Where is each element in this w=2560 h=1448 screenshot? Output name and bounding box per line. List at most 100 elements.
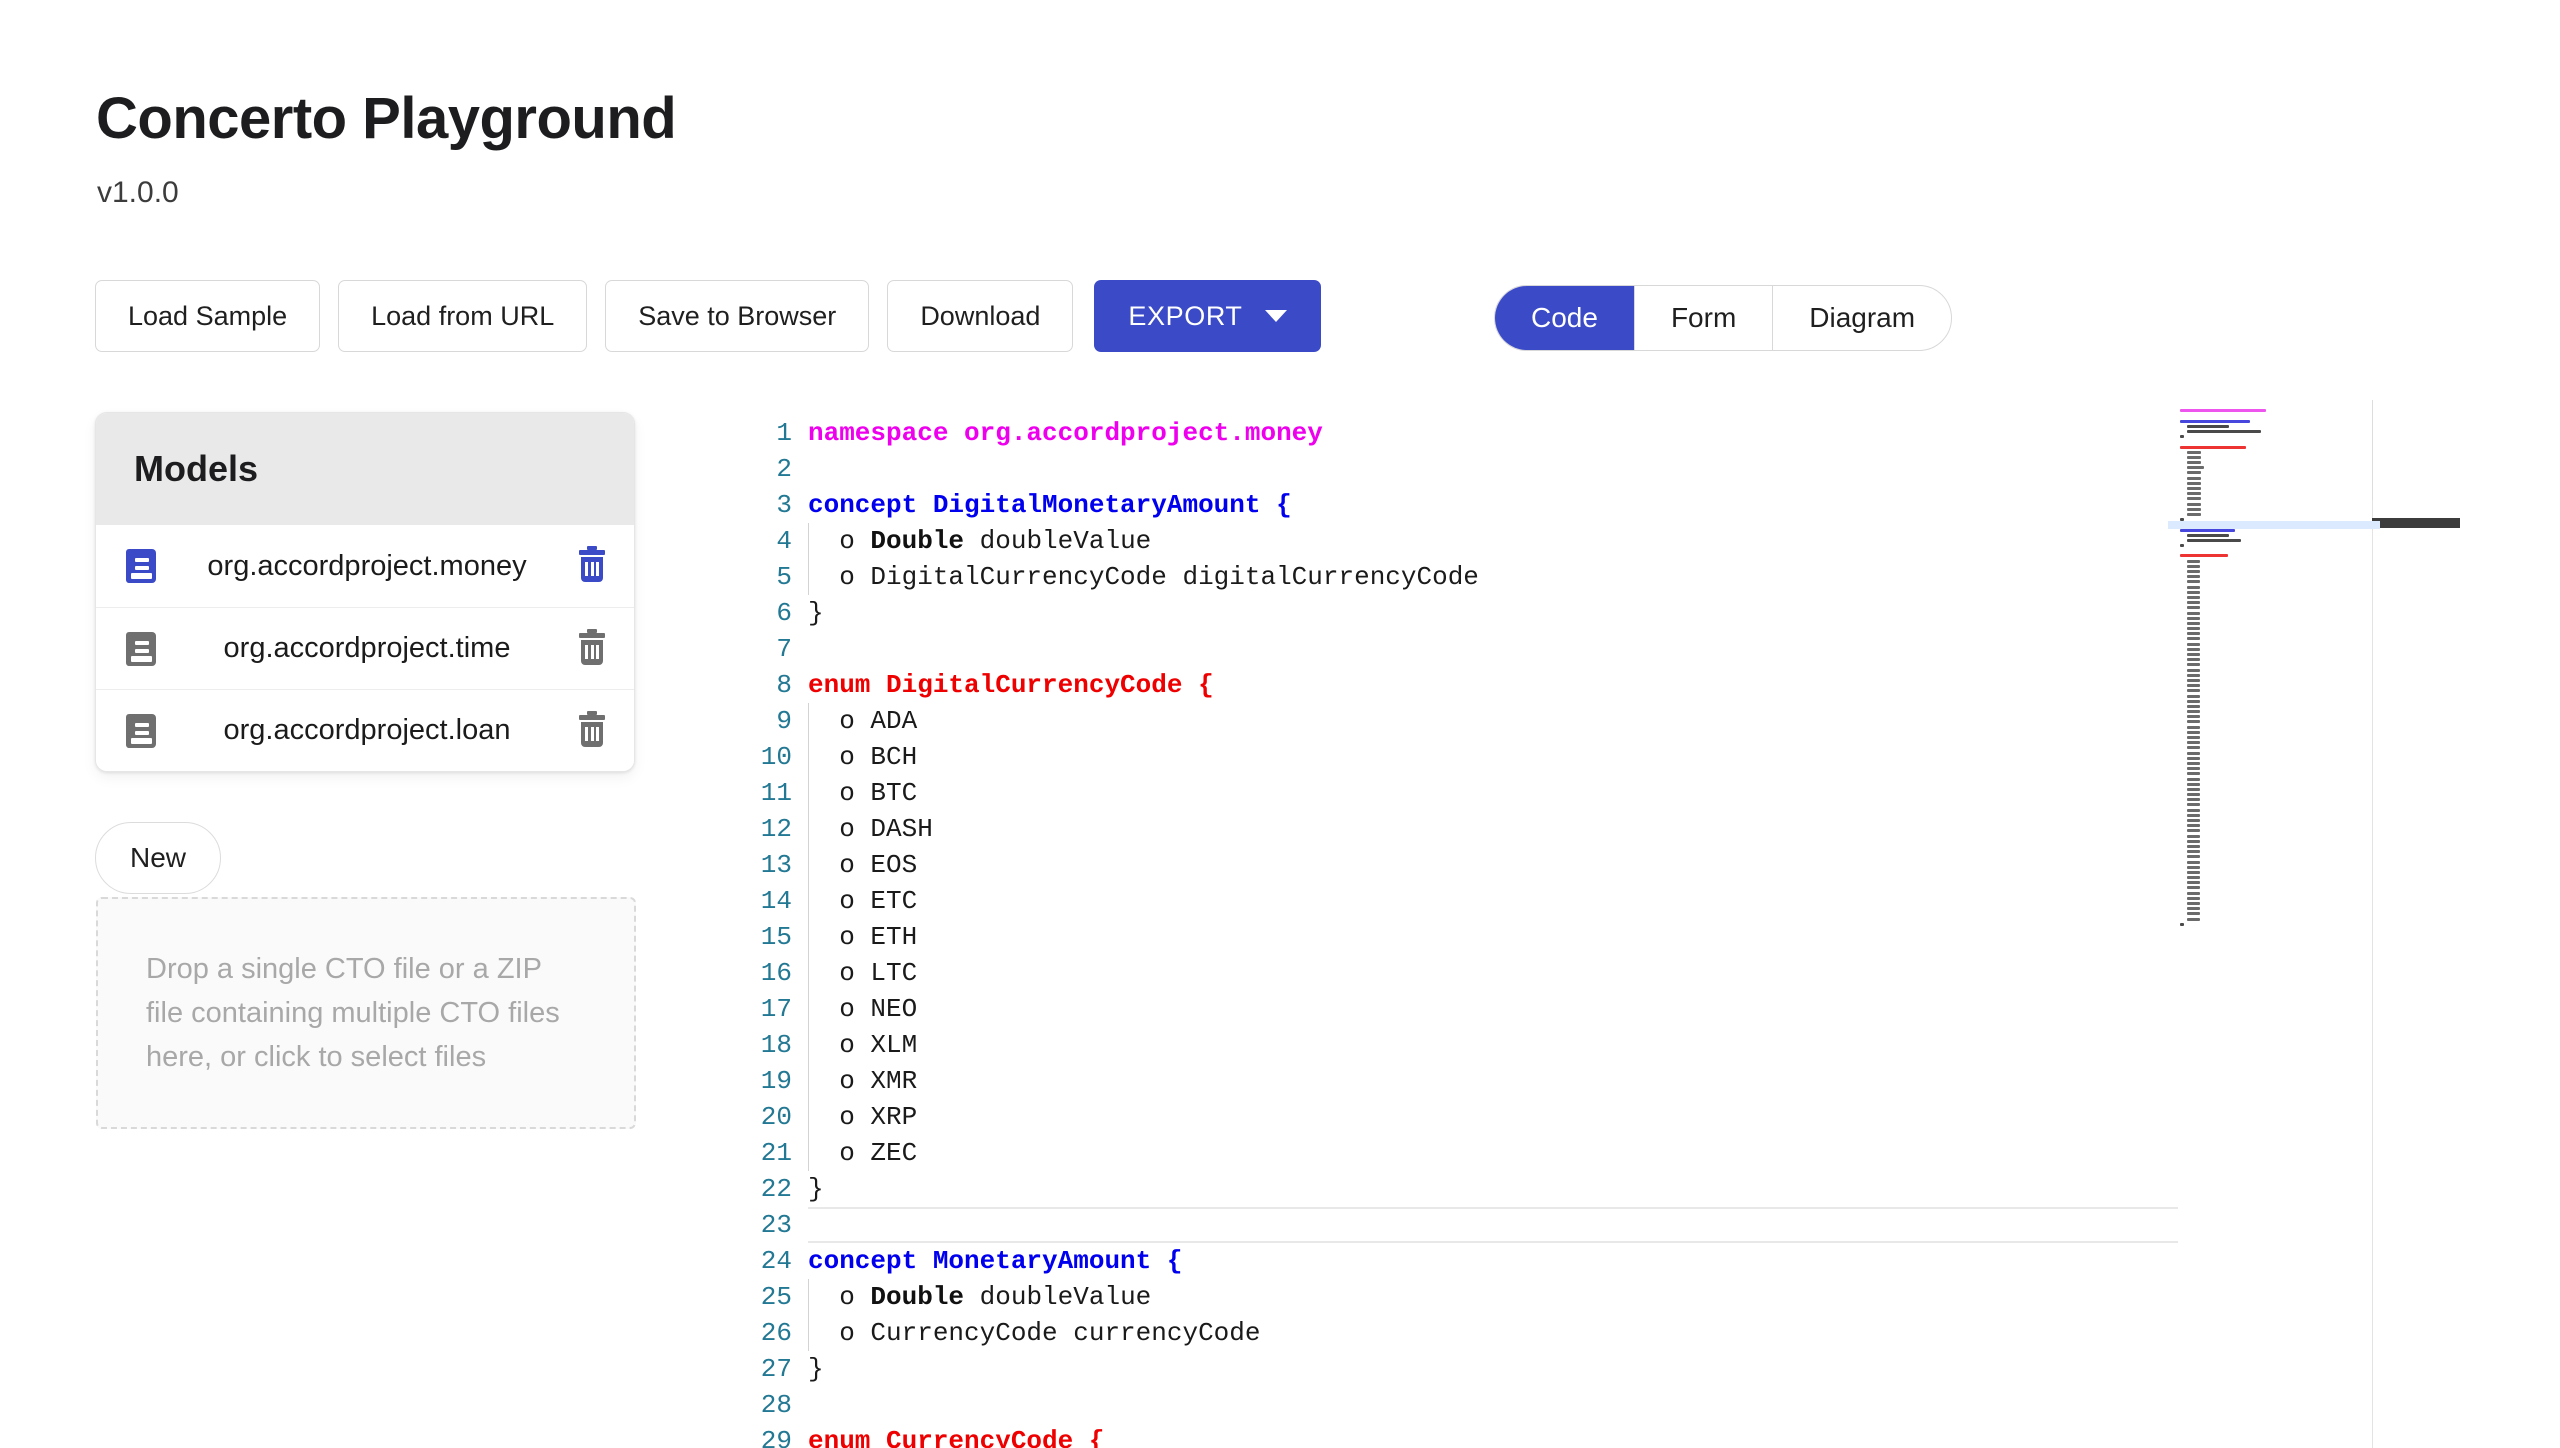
line-content: o ETH <box>808 919 917 955</box>
minimap-top-border <box>2372 400 2373 500</box>
minimap-block <box>2187 647 2200 651</box>
minimap-block <box>2187 730 2200 734</box>
line-number: 21 <box>760 1138 792 1168</box>
code-lines: 1 namespace org.accordproject.money 2 3 conc… <box>700 415 2372 1448</box>
trash-icon[interactable] <box>578 710 606 747</box>
minimap-block <box>2187 466 2204 470</box>
minimap-block <box>2187 756 2200 760</box>
model-list-item[interactable]: org.accordproject.money <box>96 525 634 607</box>
line-number: 29 <box>760 1426 792 1448</box>
code-line[interactable]: 7 <box>700 631 2372 667</box>
code-line[interactable]: 8 enum DigitalCurrencyCode { <box>700 667 2372 703</box>
minimap-block <box>2187 813 2200 817</box>
minimap-block <box>2187 632 2200 636</box>
download-button[interactable]: Download <box>887 280 1074 352</box>
line-number: 19 <box>760 1066 792 1096</box>
minimap-block <box>2187 663 2200 667</box>
code-line[interactable]: 10 o BCH <box>700 739 2372 775</box>
minimap-block <box>2187 678 2200 682</box>
code-line[interactable]: 25 o Double doubleValue <box>700 1279 2372 1315</box>
minimap-block <box>2187 834 2200 838</box>
minimap-block <box>2187 684 2200 688</box>
new-model-button[interactable]: New <box>95 822 222 894</box>
minimap-block <box>2187 725 2200 729</box>
model-name: org.accordproject.time <box>223 632 511 664</box>
code-line[interactable]: 15 o ETH <box>700 919 2372 955</box>
code-line[interactable]: 19 o XMR <box>700 1063 2372 1099</box>
code-line[interactable]: 5 o DigitalCurrencyCode digitalCurrencyC… <box>700 559 2372 595</box>
minimap-block <box>2187 881 2200 885</box>
tab-code[interactable]: Code <box>1495 286 1635 350</box>
code-line[interactable]: 26 o CurrencyCode currencyCode <box>700 1315 2372 1351</box>
minimap-block <box>2187 746 2200 750</box>
minimap-block <box>2187 538 2241 542</box>
line-content: o XLM <box>808 1027 917 1063</box>
editor-minimap[interactable] <box>2180 408 2290 1448</box>
code-line[interactable]: 6} <box>700 595 2372 631</box>
load-sample-button[interactable]: Load Sample <box>95 280 321 352</box>
line-number: 13 <box>760 850 792 880</box>
code-line[interactable]: 28 <box>700 1387 2372 1423</box>
line-content: } <box>808 1171 824 1207</box>
code-line[interactable]: 18 o XLM <box>700 1027 2372 1063</box>
code-editor[interactable]: 1 namespace org.accordproject.money 2 3 conc… <box>700 400 2372 1448</box>
minimap-block <box>2187 575 2200 579</box>
code-line[interactable]: 17 o NEO <box>700 991 2372 1027</box>
code-line[interactable]: 29 enum CurrencyCode { <box>700 1423 2372 1448</box>
trash-icon[interactable] <box>578 546 606 582</box>
minimap-block <box>2187 777 2200 781</box>
book-icon <box>126 549 156 583</box>
code-token: o ETC <box>808 886 918 916</box>
code-line[interactable]: 22} <box>700 1171 2372 1207</box>
model-name: org.accordproject.loan <box>223 714 511 746</box>
trash-icon[interactable] <box>578 628 606 665</box>
file-dropzone[interactable]: Drop a single CTO file or a ZIP file con… <box>96 897 636 1129</box>
minimap-block <box>2187 844 2200 848</box>
minimap-block <box>2187 855 2200 859</box>
code-line[interactable]: 20 o XRP <box>700 1099 2372 1135</box>
line-content: enum DigitalCurrencyCode { <box>808 667 1214 703</box>
code-line[interactable]: 11 o BTC <box>700 775 2372 811</box>
code-token: concept MonetaryAmount { <box>808 1246 1183 1276</box>
minimap-block <box>2187 819 2200 822</box>
line-number: 24 <box>760 1246 792 1276</box>
code-line[interactable]: 1 namespace org.accordproject.money <box>700 415 2372 451</box>
minimap-block <box>2180 419 2250 423</box>
minimap-block <box>2187 653 2200 656</box>
code-line[interactable]: 21 o ZEC <box>700 1135 2372 1171</box>
model-list-item[interactable]: org.accordproject.loan <box>96 689 634 771</box>
code-token: o XRP <box>808 1102 918 1132</box>
line-content: o BTC <box>808 775 917 811</box>
model-list-item[interactable]: org.accordproject.time <box>96 607 634 689</box>
editor-scrollbar-slider[interactable] <box>2372 518 2460 529</box>
save-to-browser-button[interactable]: Save to Browser <box>605 280 870 352</box>
line-number: 9 <box>776 706 792 736</box>
code-line[interactable]: 3 concept DigitalMonetaryAmount { <box>700 487 2372 523</box>
code-line[interactable]: 24 concept MonetaryAmount { <box>700 1243 2372 1279</box>
code-line[interactable]: 13 o EOS <box>700 847 2372 883</box>
minimap-block <box>2187 736 2200 739</box>
minimap-block <box>2187 507 2201 511</box>
code-line[interactable]: 9 o ADA <box>700 703 2372 739</box>
line-number: 1 <box>776 418 792 448</box>
code-line[interactable]: 12 o DASH <box>700 811 2372 847</box>
tab-form[interactable]: Form <box>1635 286 1774 350</box>
code-line[interactable]: 14 o ETC <box>700 883 2372 919</box>
code-line[interactable]: 27} <box>700 1351 2372 1387</box>
line-content: o XMR <box>808 1063 917 1099</box>
minimap-block <box>2187 658 2200 662</box>
minimap-block <box>2187 824 2200 828</box>
minimap-block <box>2187 761 2200 765</box>
load-from-url-button[interactable]: Load from URL <box>338 280 588 352</box>
export-button[interactable]: EXPORT <box>1094 280 1321 352</box>
code-line[interactable]: 2 <box>700 451 2372 487</box>
minimap-block <box>2187 870 2200 874</box>
tab-diagram[interactable]: Diagram <box>1773 286 1951 350</box>
minimap-block <box>2187 642 2200 646</box>
minimap-block <box>2187 865 2200 869</box>
code-line[interactable]: 4 o Double doubleValue <box>700 523 2372 559</box>
code-token: o <box>808 1282 871 1312</box>
code-line[interactable]: 23 <box>700 1207 2372 1243</box>
line-number: 22 <box>760 1174 792 1204</box>
code-line[interactable]: 16 o LTC <box>700 955 2372 991</box>
